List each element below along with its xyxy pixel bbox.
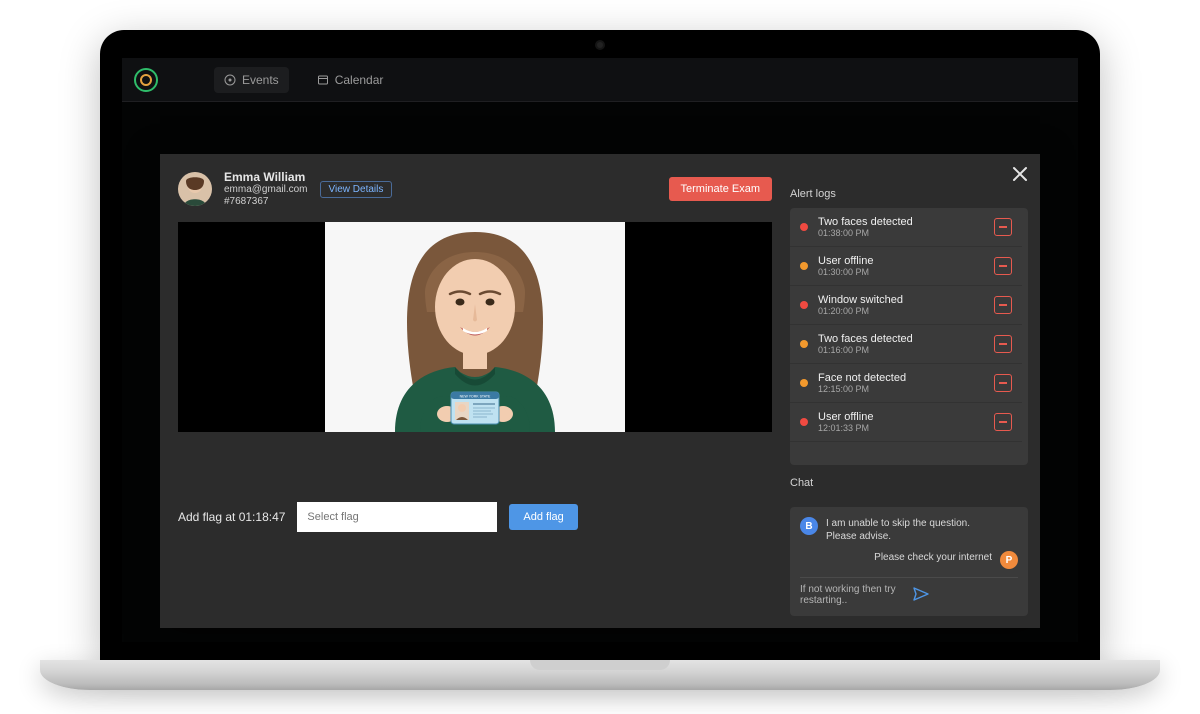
alert-title: User offline <box>818 255 994 267</box>
chat-avatar-proctor: P <box>1000 551 1018 569</box>
alert-severity-dot <box>800 340 808 348</box>
laptop-camera <box>597 42 603 48</box>
candidate-video: NEW YORK STATE <box>178 222 772 432</box>
minus-icon <box>999 382 1007 384</box>
alert-time: 12:01:33 PM <box>818 423 994 433</box>
close-icon <box>1012 166 1028 182</box>
calendar-icon <box>317 74 329 86</box>
alert-time: 01:20:00 PM <box>818 306 994 316</box>
alert-item: User offline01:30:00 PM <box>790 247 1022 286</box>
alert-logs-scroll[interactable]: Two faces detected01:38:00 PMUser offlin… <box>790 208 1022 465</box>
alert-title: Face not detected <box>818 372 994 384</box>
app-window: Events Calendar <box>122 58 1078 642</box>
alert-severity-dot <box>800 301 808 309</box>
alert-remove-button[interactable] <box>994 218 1012 236</box>
chat-message-candidate: I am unable to skip the question. Please… <box>826 517 970 543</box>
add-flag-label: Add flag at 01:18:47 <box>178 510 285 524</box>
alert-title: Window switched <box>818 294 994 306</box>
minus-icon <box>999 421 1007 423</box>
minus-icon <box>999 304 1007 306</box>
candidate-name: Emma William <box>224 170 308 184</box>
candidate-video-feed: NEW YORK STATE <box>325 222 625 432</box>
send-message-button[interactable] <box>913 587 1018 604</box>
alert-remove-button[interactable] <box>994 296 1012 314</box>
alert-title: User offline <box>818 411 994 423</box>
nav-calendar[interactable]: Calendar <box>307 67 394 93</box>
terminate-exam-button[interactable]: Terminate Exam <box>669 177 772 201</box>
chat-panel: B I am unable to skip the question. Plea… <box>790 507 1028 616</box>
target-icon <box>224 74 236 86</box>
alert-title: Two faces detected <box>818 216 994 228</box>
alert-time: 01:30:00 PM <box>818 267 994 277</box>
candidate-email: emma@gmail.com <box>224 184 308 196</box>
alert-severity-dot <box>800 262 808 270</box>
alert-severity-dot <box>800 223 808 231</box>
proctor-modal: Emma William emma@gmail.com #7687367 Vie… <box>160 154 1040 628</box>
alert-time: 01:16:00 PM <box>818 345 994 355</box>
alert-item: Two faces detected01:38:00 PM <box>790 208 1022 247</box>
alert-remove-button[interactable] <box>994 413 1012 431</box>
alert-logs-list: Two faces detected01:38:00 PMUser offlin… <box>790 208 1028 465</box>
chat-avatar-candidate: B <box>800 517 818 535</box>
chat-message-proctor: Please check your internet <box>874 551 992 564</box>
view-details-button[interactable]: View Details <box>320 181 393 198</box>
alert-remove-button[interactable] <box>994 374 1012 392</box>
send-icon <box>913 587 929 601</box>
minus-icon <box>999 265 1007 267</box>
close-modal-button[interactable] <box>1010 164 1030 184</box>
add-flag-button[interactable]: Add flag <box>509 504 577 530</box>
alert-item: User offline12:01:33 PM <box>790 403 1022 442</box>
alert-remove-button[interactable] <box>994 335 1012 353</box>
chat-title: Chat <box>790 477 1028 489</box>
alert-remove-button[interactable] <box>994 257 1012 275</box>
alert-time: 12:15:00 PM <box>818 384 994 394</box>
alert-title: Two faces detected <box>818 333 994 345</box>
candidate-id: #7687367 <box>224 196 308 208</box>
nav-events[interactable]: Events <box>214 67 289 93</box>
chat-input[interactable]: If not working then try restarting.. <box>800 584 905 606</box>
alert-item: Two faces detected01:16:00 PM <box>790 325 1022 364</box>
alert-item: Window switched01:20:00 PM <box>790 286 1022 325</box>
app-nav: Events Calendar <box>122 58 1078 102</box>
alert-severity-dot <box>800 418 808 426</box>
candidate-avatar <box>178 172 212 206</box>
app-logo <box>134 68 158 92</box>
nav-calendar-label: Calendar <box>335 73 384 87</box>
alert-severity-dot <box>800 379 808 387</box>
id-card-header: NEW YORK STATE <box>460 395 491 399</box>
minus-icon <box>999 226 1007 228</box>
minus-icon <box>999 343 1007 345</box>
select-flag-input[interactable] <box>297 502 497 532</box>
alert-item: Face not detected12:15:00 PM <box>790 364 1022 403</box>
alert-time: 01:38:00 PM <box>818 228 994 238</box>
nav-events-label: Events <box>242 73 279 87</box>
alert-logs-title: Alert logs <box>790 188 1028 200</box>
